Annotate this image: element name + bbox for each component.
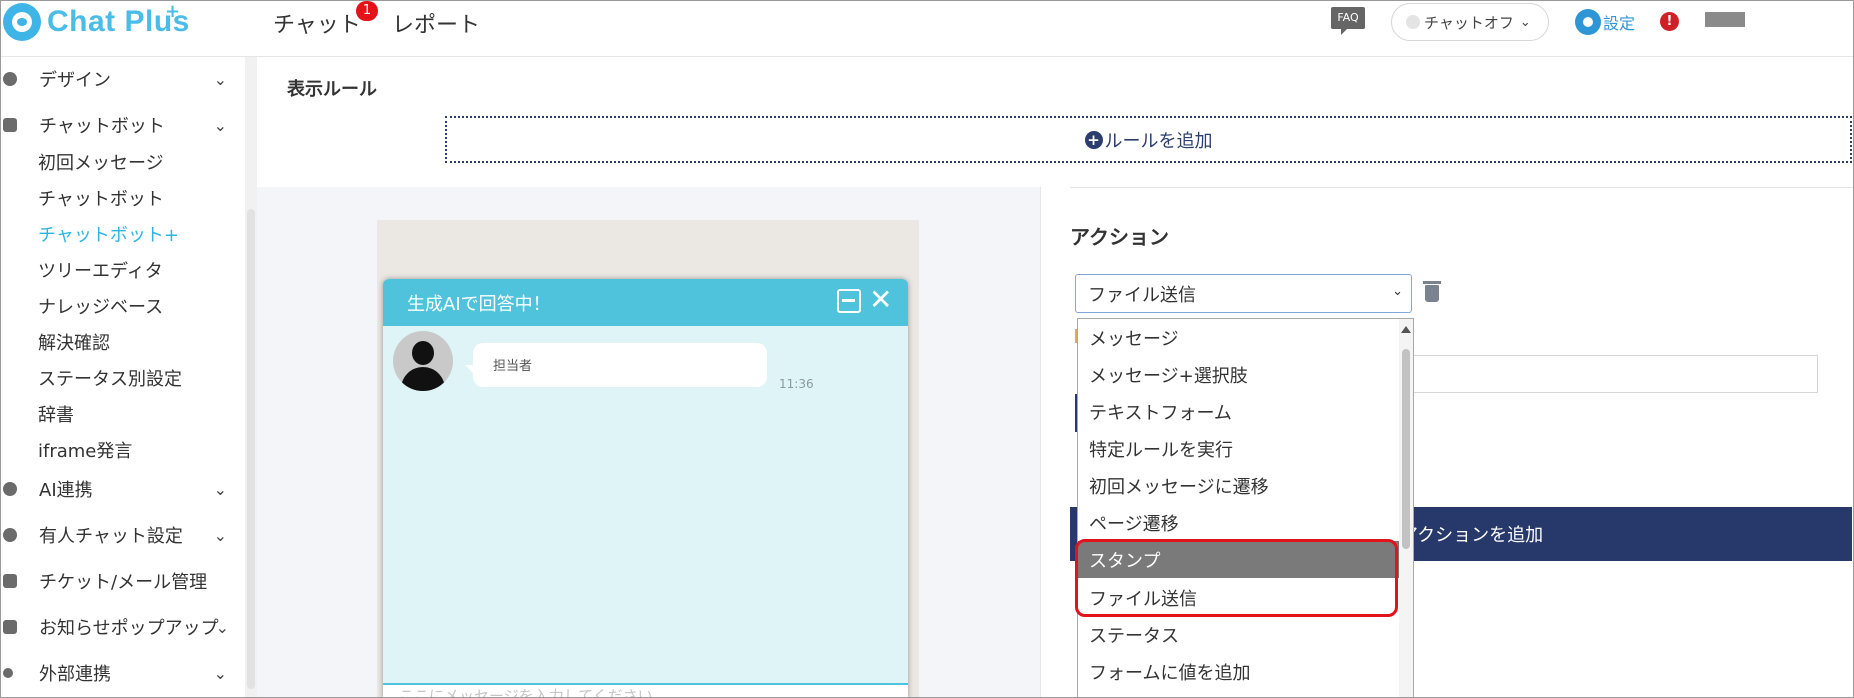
sidebar-item-label: 有人チャット設定 — [39, 526, 183, 547]
faq-button[interactable]: FAQ — [1331, 7, 1365, 35]
sidebar-subitem-resolution-check[interactable]: 解決確認 — [38, 329, 110, 355]
trash-icon[interactable] — [1423, 281, 1441, 302]
chat-plus-logo[interactable]: Chat Plus — [3, 3, 190, 41]
action-type-select[interactable]: ファイル送信 ⌄ — [1075, 274, 1412, 313]
sidebar-subitem-status-settings[interactable]: ステータス別設定 — [38, 365, 182, 391]
alert-icon[interactable]: ! — [1660, 12, 1679, 31]
logo-plus: + — [165, 1, 181, 22]
chat-widget-header: 生成AIで回答中！ — [383, 279, 908, 326]
sidebar-subitem-chatbot-plus[interactable]: チャットボット+ — [38, 221, 179, 247]
sidebar-item-ticket-mail[interactable]: チケット/メール管理 — [1, 565, 241, 597]
bulb-icon — [3, 482, 17, 496]
dropdown-option[interactable]: 初回メッセージに遷移 — [1078, 467, 1399, 504]
sidebar-item-external[interactable]: 外部連携 ⌄ — [1, 657, 241, 689]
chat-message-input[interactable]: ここにメッセージを入力してください — [383, 683, 908, 697]
minimize-icon[interactable] — [837, 289, 861, 313]
user-menu[interactable] — [1705, 12, 1745, 27]
action-type-dropdown[interactable]: メッセージ メッセージ+選択肢 テキストフォーム 特定ルールを実行 初回メッセー… — [1077, 318, 1414, 697]
sidebar-item-design[interactable]: デザイン ⌄ — [1, 63, 241, 95]
sidebar-item-ai[interactable]: AI連携 ⌄ — [1, 473, 241, 505]
action-value-input[interactable] — [1409, 355, 1818, 393]
close-icon[interactable]: ✕ — [869, 283, 892, 316]
settings-label: 設定 — [1603, 14, 1636, 33]
status-dot-icon — [1406, 15, 1420, 29]
highlight-annotation-box — [1075, 539, 1398, 617]
sidebar-item-chatbot[interactable]: チャットボット ⌄ — [1, 109, 241, 141]
dropdown-option[interactable]: ステータス — [1078, 616, 1399, 653]
avatar-head — [412, 341, 434, 365]
action-section-title: アクション — [1070, 225, 1169, 249]
sidebar-item-label: チケット/メール管理 — [39, 572, 208, 593]
chat-notification-badge: 1 — [356, 1, 378, 21]
sidebar-subitem-first-message[interactable]: 初回メッセージ — [38, 149, 164, 175]
dropdown-scrollbar[interactable] — [1399, 319, 1413, 697]
sidebar-item-label: デザイン — [39, 70, 111, 91]
chat-widget-preview: 生成AIで回答中！ ✕ 担当者 11:36 ここにメッセージを入力してください — [383, 279, 908, 697]
ticket-icon — [3, 574, 17, 588]
dropdown-option[interactable]: メッセージ — [1078, 319, 1399, 356]
sidebar-scroll-thumb[interactable] — [247, 209, 255, 689]
vertical-divider — [1040, 187, 1041, 697]
dropdown-option[interactable]: 特定ルールを実行 — [1078, 430, 1399, 467]
sidebar-item-label: AI連携 — [39, 480, 93, 501]
chevron-down-icon: ⌄ — [1392, 284, 1403, 299]
chevron-down-icon: ⌄ — [215, 617, 229, 637]
gear-icon — [1575, 9, 1601, 35]
sidebar-item-label: お知らせポップアップ — [39, 618, 219, 639]
chat-message-bubble: 担当者 — [465, 343, 767, 387]
add-rule-label: ルールを追加 — [1104, 130, 1213, 152]
sidebar-subitem-iframe[interactable]: iframe発言 — [38, 437, 132, 463]
app-window: Chat Plus + チャット レポート 1 FAQ チャットオフ ⌄ 設定 … — [0, 0, 1854, 698]
sidebar-subitem-tree-editor[interactable]: ツリーエディタ — [38, 257, 163, 283]
headset-icon — [3, 528, 17, 542]
horizontal-divider — [1070, 187, 1853, 188]
action-type-value: ファイル送信 — [1088, 285, 1196, 306]
avatar — [393, 331, 453, 391]
add-rule-button[interactable]: + ルールを追加 — [445, 116, 1852, 163]
top-header: Chat Plus + チャット レポート 1 FAQ チャットオフ ⌄ 設定 … — [1, 1, 1853, 57]
sidebar-subitem-chatbot[interactable]: チャットボット — [38, 185, 164, 211]
sidebar-item-popup[interactable]: お知らせポップアップ ⌄ — [1, 611, 241, 643]
avatar-body — [401, 367, 445, 391]
settings-link[interactable]: 設定 — [1575, 9, 1635, 35]
chevron-down-icon: ⌄ — [1519, 14, 1531, 30]
palette-icon — [3, 72, 17, 86]
chat-status-label: チャットオフ — [1424, 13, 1514, 32]
scroll-up-arrow-icon[interactable] — [1401, 326, 1411, 333]
chevron-down-icon: ⌄ — [213, 663, 227, 683]
dropdown-option[interactable]: メッセージ+選択肢 — [1078, 356, 1399, 393]
nav-chat[interactable]: チャット — [273, 7, 361, 39]
sidebar-subitem-dictionary[interactable]: 辞書 — [38, 401, 74, 427]
dropdown-option[interactable]: ページ遷移 — [1078, 504, 1399, 541]
sidebar-item-human-chat[interactable]: 有人チャット設定 ⌄ — [1, 519, 241, 551]
plus-circle-icon: + — [1084, 130, 1103, 149]
share-icon — [3, 668, 13, 678]
sidebar: デザイン ⌄ チャットボット ⌄ 初回メッセージ チャットボット チャットボット… — [1, 57, 243, 697]
chevron-down-icon: ⌄ — [213, 115, 227, 135]
chevron-down-icon: ⌄ — [213, 69, 227, 89]
dropdown-scroll-thumb[interactable] — [1402, 349, 1410, 549]
dropdown-option[interactable]: フォームに値を追加 — [1078, 653, 1399, 690]
sidebar-scrollbar[interactable] — [245, 57, 257, 697]
chat-bubbles-icon — [3, 118, 17, 132]
chat-widget-title: 生成AIで回答中！ — [407, 293, 551, 315]
chevron-down-icon: ⌄ — [213, 525, 227, 545]
section-title: 表示ルール — [287, 79, 377, 100]
sidebar-subitem-knowledge-base[interactable]: ナレッジベース — [38, 293, 163, 319]
chevron-down-icon: ⌄ — [213, 479, 227, 499]
sidebar-item-label: 外部連携 — [39, 664, 111, 685]
sidebar-item-label: チャットボット — [39, 116, 165, 137]
dropdown-option[interactable]: テキストフォーム — [1078, 393, 1399, 430]
popup-icon — [3, 620, 17, 634]
logo-icon — [3, 3, 41, 41]
add-action-label: アクションを追加 — [1400, 525, 1544, 546]
message-timestamp: 11:36 — [779, 377, 814, 391]
nav-report[interactable]: レポート — [392, 7, 480, 39]
chat-status-toggle[interactable]: チャットオフ ⌄ — [1391, 3, 1549, 41]
